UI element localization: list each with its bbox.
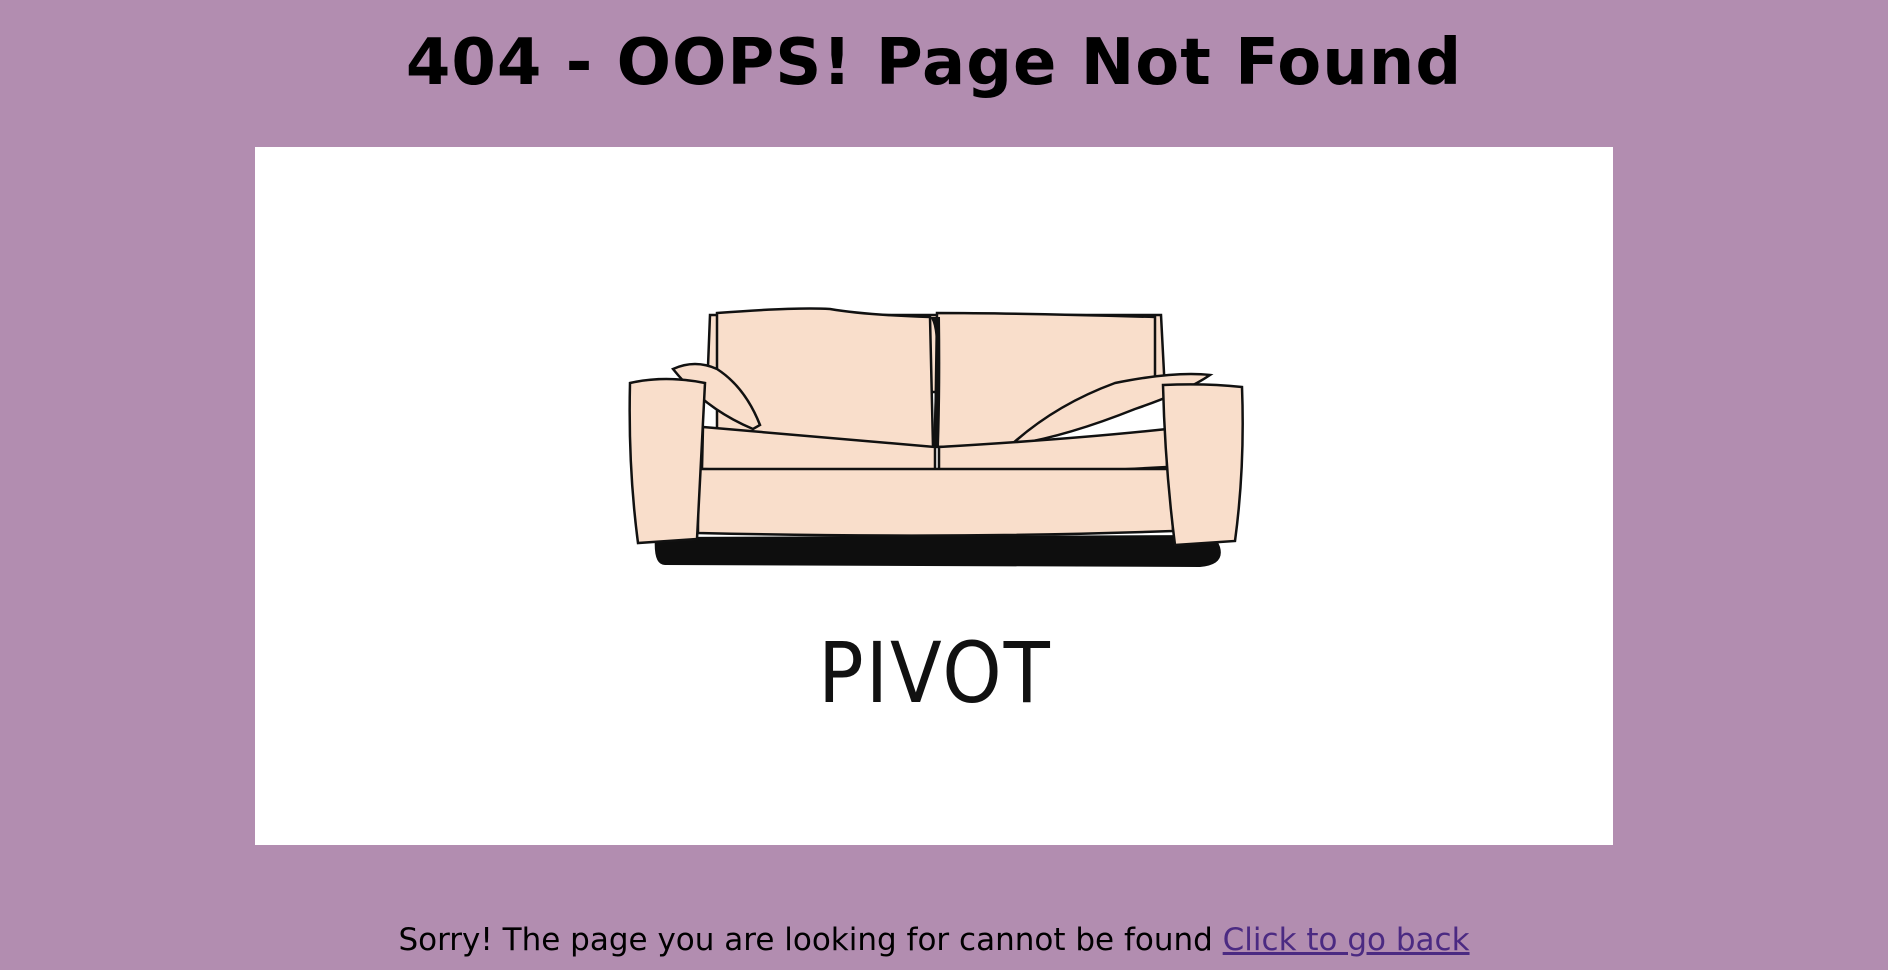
couch-image: PIVOT: [255, 147, 1613, 845]
page-404: 404 - OOPS! Page Not Found PIVOT Sorry! …: [0, 0, 1888, 970]
page-title: 404 - OOPS! Page Not Found: [405, 26, 1463, 100]
not-found-message: Sorry! The page you are looking for cann…: [0, 915, 1868, 965]
go-back-link[interactable]: Click to go back: [1223, 922, 1470, 958]
couch-illustration-icon: PIVOT: [628, 307, 1244, 722]
message-text: Sorry! The page you are looking for cann…: [398, 922, 1213, 958]
image-caption: PIVOT: [818, 624, 1052, 722]
